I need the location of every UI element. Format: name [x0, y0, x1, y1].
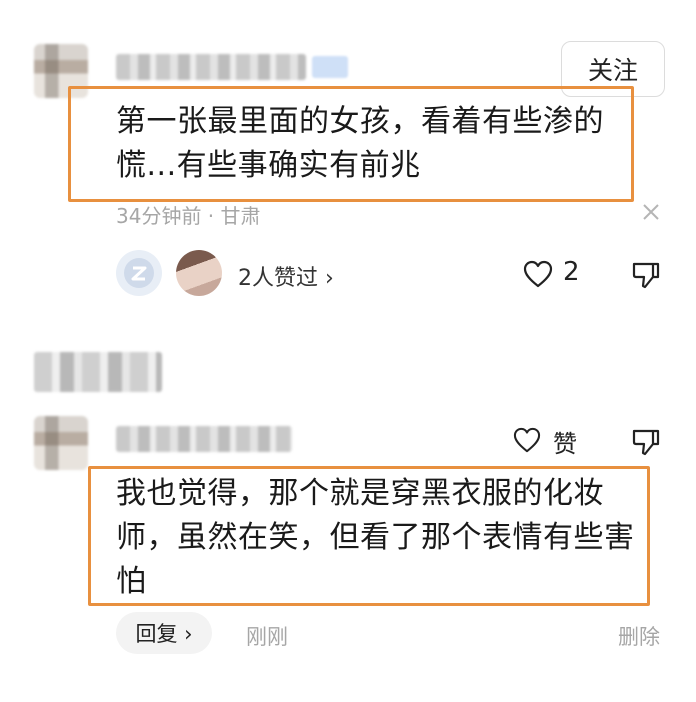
likers-summary-link[interactable]: 2人赞过 ›	[238, 260, 334, 292]
comment-text-line: 慌...有些事确实有前兆	[116, 148, 421, 183]
comment-text-line: 第一张最里面的女孩，看着有些渗的	[116, 104, 604, 139]
reply-text: 我也觉得，那个就是穿黑衣服的化妆 师，虽然在笑，但看了那个表情有些害 怕	[116, 472, 646, 604]
reply-text-line: 我也觉得，那个就是穿黑衣服的化妆	[116, 476, 604, 511]
liker-avatar-default[interactable]	[116, 250, 162, 296]
close-icon[interactable]	[640, 201, 662, 223]
liker-avatar-photo[interactable]	[176, 250, 222, 296]
reply-like-label[interactable]: 赞	[553, 424, 577, 459]
reply-avatar[interactable]	[34, 416, 88, 470]
default-avatar-icon	[124, 258, 154, 288]
reply-button[interactable]: 回复 ›	[116, 612, 212, 654]
commenter-name[interactable]	[116, 54, 306, 80]
follow-label: 关注	[587, 56, 638, 85]
delete-button[interactable]: 删除	[618, 621, 660, 651]
reply-text-line: 怕	[116, 564, 147, 599]
reply-name[interactable]	[116, 426, 292, 452]
reply-time: 刚刚	[246, 625, 288, 649]
reply-button-label: 回复 ›	[135, 622, 193, 646]
comment-meta: 34分钟前 · 甘肃	[116, 204, 261, 228]
heart-icon[interactable]	[522, 259, 554, 289]
reply-dislike-icon[interactable]	[630, 426, 662, 458]
blurred-section-header	[34, 352, 162, 392]
dislike-icon[interactable]	[630, 259, 662, 291]
comment-text: 第一张最里面的女孩，看着有些渗的 慌...有些事确实有前兆	[116, 100, 626, 188]
commenter-badge	[312, 56, 348, 78]
like-count: 2	[563, 257, 580, 287]
reply-heart-icon[interactable]	[512, 426, 542, 454]
reply-text-line: 师，虽然在笑，但看了那个表情有些害	[116, 520, 635, 555]
